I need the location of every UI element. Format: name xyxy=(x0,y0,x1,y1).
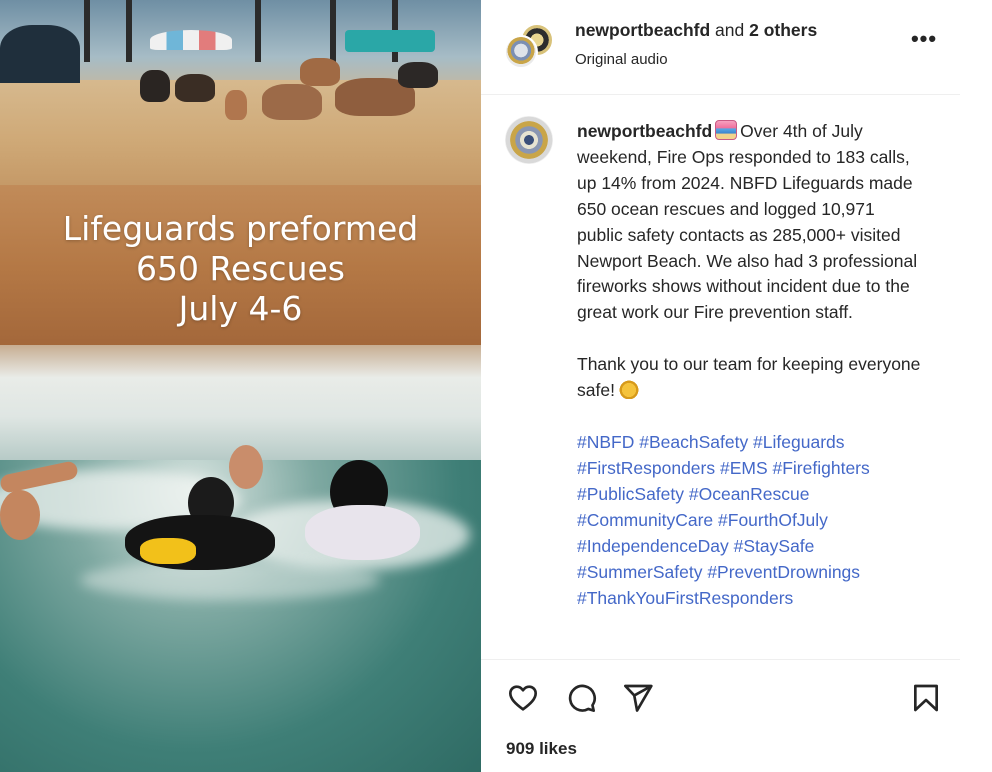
caption-area: newportbeachfd Over 4th of July weekend, … xyxy=(481,96,960,659)
divider xyxy=(481,659,960,660)
beach-umbrella xyxy=(150,30,232,50)
umbrella-pole xyxy=(126,0,132,62)
hashtag-line[interactable]: #CommunityCare #FourthOfJuly xyxy=(577,508,922,534)
swimmer-body xyxy=(305,505,420,560)
beachgoer xyxy=(140,70,170,102)
beachgoer xyxy=(225,90,247,120)
avatar[interactable] xyxy=(505,116,553,164)
post-media[interactable]: Lifeguards preformed 650 Rescues July 4-… xyxy=(0,0,481,772)
like-button[interactable] xyxy=(503,678,543,718)
post-details-panel: newportbeachfd and 2 others Original aud… xyxy=(481,0,992,772)
authors-connector: and xyxy=(710,20,750,40)
beachgoer xyxy=(398,62,438,88)
beachgoer xyxy=(262,84,322,120)
share-button[interactable] xyxy=(618,678,658,718)
beachgoer xyxy=(300,58,340,86)
comment-button[interactable] xyxy=(561,678,601,718)
umbrella-pole xyxy=(330,0,336,62)
heart-icon xyxy=(509,685,537,711)
post-header: newportbeachfd and 2 others Original aud… xyxy=(481,0,960,95)
hashtag-line[interactable]: #IndependenceDay #StaySafe xyxy=(577,534,922,560)
bookmark-icon xyxy=(914,684,938,712)
post-authors: newportbeachfd and 2 others xyxy=(575,20,817,41)
media-text-overlay: Lifeguards preformed 650 Rescues July 4-… xyxy=(0,209,481,329)
action-bar xyxy=(481,670,960,726)
overlay-line: Lifeguards preformed xyxy=(62,209,419,248)
beach-tent xyxy=(0,25,80,83)
collab-avatars[interactable] xyxy=(504,23,554,71)
comment-icon xyxy=(568,684,596,712)
raised-hands-emoji-icon xyxy=(617,379,640,400)
beach-rescue-photo xyxy=(0,0,481,772)
umbrella-pole xyxy=(84,0,90,62)
more-options-button[interactable]: ••• xyxy=(908,28,940,56)
hashtag-line[interactable]: #PublicSafety #OceanRescue xyxy=(577,482,922,508)
hashtag-line[interactable]: #SummerSafety #PreventDrownings xyxy=(577,560,922,586)
overlay-line: July 4-6 xyxy=(178,289,303,328)
beachgoer xyxy=(175,74,215,102)
hashtag-line[interactable]: #FirstResponders #EMS #Firefighters xyxy=(577,456,922,482)
caption-username[interactable]: newportbeachfd xyxy=(577,121,712,141)
author-link[interactable]: newportbeachfd xyxy=(575,20,710,40)
swimmer-head xyxy=(229,445,263,489)
save-button[interactable] xyxy=(906,678,946,718)
umbrella-pole xyxy=(255,0,261,62)
swimmer-head xyxy=(0,490,40,540)
caption-body: Over 4th of July weekend, Fire Ops respo… xyxy=(577,121,923,323)
hashtags: #NBFD #BeachSafety #Lifeguards #FirstRes… xyxy=(577,430,922,611)
avatar[interactable] xyxy=(504,35,538,69)
overlay-line: 650 Rescues xyxy=(136,249,345,288)
hashtag-line[interactable]: #NBFD #BeachSafety #Lifeguards xyxy=(577,430,922,456)
rescue-buoy xyxy=(140,538,196,564)
share-icon xyxy=(624,684,653,712)
beach-umbrella-emoji-icon xyxy=(715,120,738,140)
like-count[interactable]: 909 likes xyxy=(506,739,577,759)
audio-link[interactable]: Original audio xyxy=(575,51,668,68)
canopy xyxy=(345,30,435,52)
hashtag-line[interactable]: #ThankYouFirstResponders xyxy=(577,586,922,612)
caption-text: newportbeachfd Over 4th of July weekend, … xyxy=(577,119,922,611)
others-link[interactable]: 2 others xyxy=(749,20,817,40)
